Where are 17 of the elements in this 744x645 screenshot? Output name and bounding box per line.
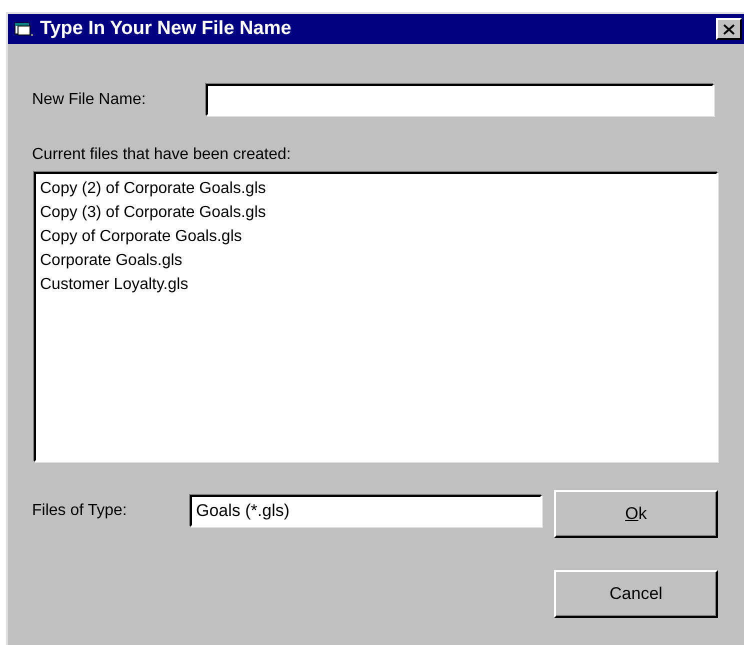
list-label: Current files that have been created: — [32, 146, 292, 164]
field-label: Files of Type: — [32, 502, 128, 520]
field-label: New File Name: — [32, 91, 147, 109]
close-icon — [723, 24, 735, 34]
window-title: Type In Your New File Name — [40, 18, 292, 40]
ok-button[interactable]: Ok — [554, 490, 718, 538]
file-item[interactable]: Copy of Corporate Goals.gls — [40, 225, 712, 249]
file-name-field[interactable] — [206, 84, 714, 116]
file-item[interactable]: Customer Loyalty.gls — [40, 273, 712, 297]
file-item[interactable]: Copy (3) of Corporate Goals.gls — [40, 201, 712, 225]
cancel-button[interactable]: Cancel — [554, 570, 718, 618]
file-list[interactable]: Copy (2) of Corporate Goals.gls Copy (3) of Corporate Goals.gls Copy of Corporate Goals.gls Corporate Goals.gls Customer Loyalty.gls — [34, 172, 718, 462]
close-button[interactable] — [716, 18, 742, 40]
file-item[interactable]: Corporate Goals.gls — [40, 249, 712, 273]
file-type-field[interactable]: Goals (*.gls) — [190, 495, 542, 527]
file-item[interactable]: Copy (2) of Corporate Goals.gls — [40, 177, 712, 201]
window-icon — [14, 21, 34, 37]
